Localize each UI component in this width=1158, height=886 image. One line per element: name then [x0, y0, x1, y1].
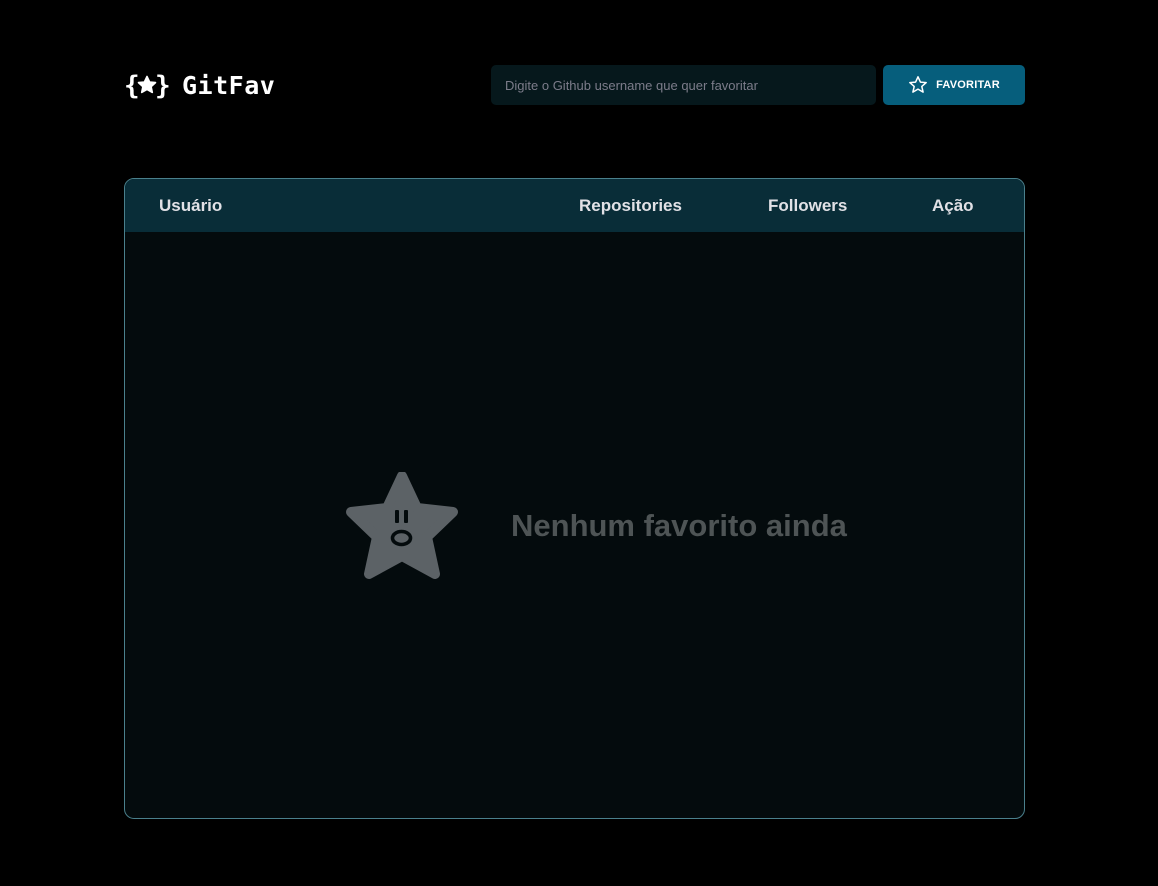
logo-text: GitFav [182, 70, 276, 100]
search-bar: FAVORITAR [491, 65, 1025, 105]
table-header: Usuário Repositories Followers Ação [125, 179, 1024, 232]
empty-state: Nenhum favorito ainda [345, 472, 847, 580]
braces-star-icon: { } [124, 70, 170, 100]
svg-text:}: } [155, 71, 170, 100]
column-header-usuario: Usuário [159, 196, 223, 215]
table-body: Nenhum favorito ainda [125, 232, 1024, 818]
favorites-table: Usuário Repositories Followers Ação Nenh… [124, 178, 1025, 819]
favoritar-button-label: FAVORITAR [936, 79, 1000, 91]
header: { } GitFav FAVORITAR [124, 65, 1025, 105]
username-search-input[interactable] [491, 65, 876, 105]
column-header-followers: Followers [768, 196, 848, 215]
surprised-star-icon [345, 472, 459, 580]
column-header-repositories: Repositories [579, 196, 682, 215]
logo: { } GitFav [124, 65, 275, 105]
svg-text:{: { [124, 71, 140, 100]
column-header-acao: Ação [932, 196, 974, 215]
star-outline-icon [908, 75, 928, 95]
favoritar-button[interactable]: FAVORITAR [883, 65, 1025, 105]
gitfav-page: { } GitFav FAVORITAR Usuário Reposi [0, 0, 1158, 886]
empty-state-message: Nenhum favorito ainda [511, 508, 847, 543]
